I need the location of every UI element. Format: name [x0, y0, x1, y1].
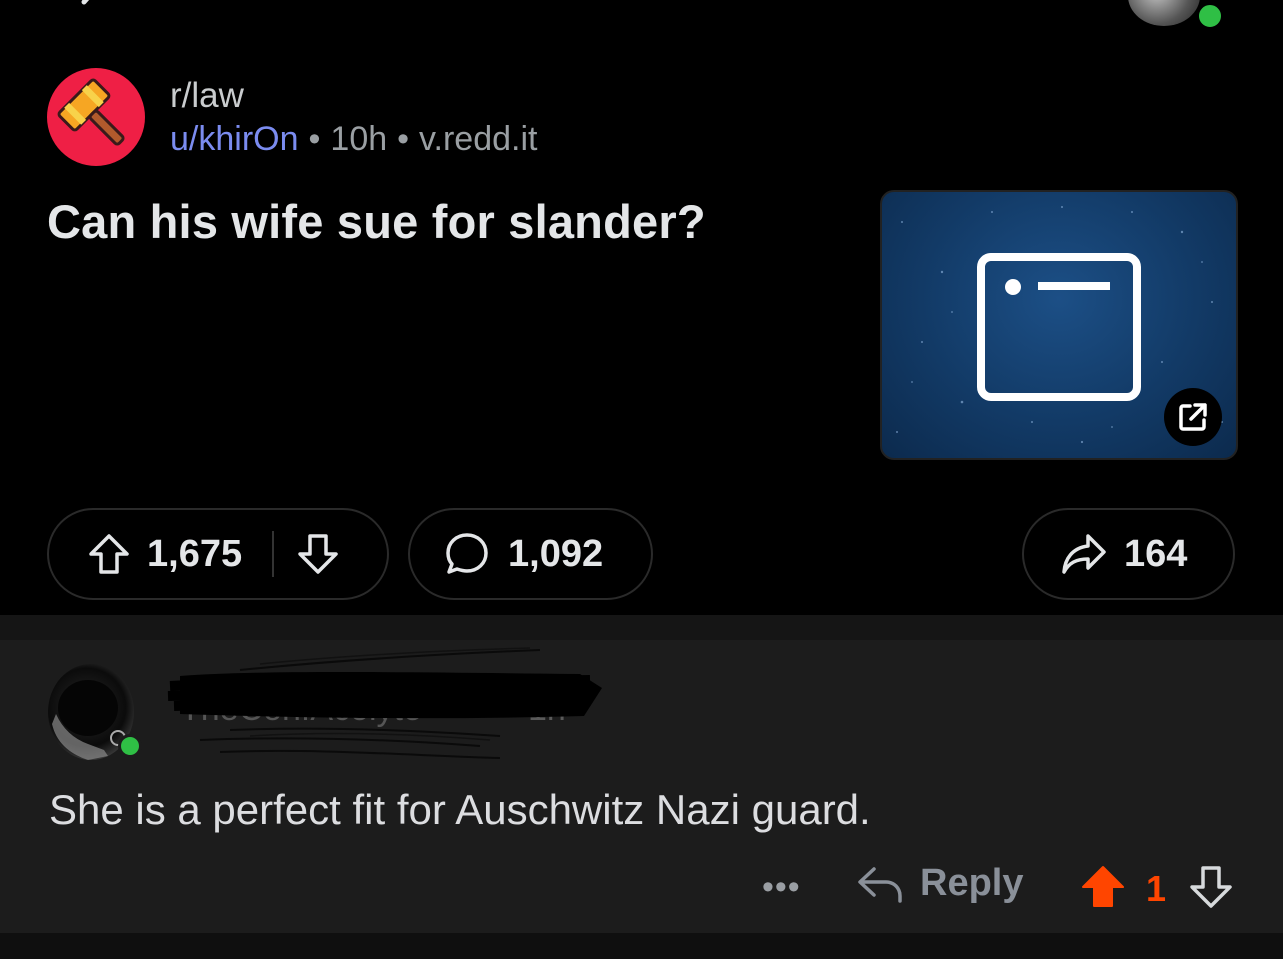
online-status-icon [118, 734, 142, 758]
post-age: 10h [330, 120, 388, 158]
arrow-up-icon[interactable] [1080, 864, 1126, 915]
separator-dot: • [308, 120, 321, 158]
arrow-down-icon[interactable] [1188, 864, 1234, 915]
vote-divider [272, 531, 275, 577]
redaction-scribble [167, 647, 602, 759]
reply-arrow-icon [856, 863, 904, 905]
bottom-edge [0, 933, 1283, 959]
user-avatar[interactable] [1128, 0, 1200, 26]
comments-button[interactable]: 1,092 [408, 508, 653, 600]
comment-actions: ••• Reply 1 [0, 862, 1283, 922]
post-title[interactable]: Can his wife sue for slander? [47, 194, 706, 249]
arrow-up-icon[interactable] [87, 532, 131, 576]
post-card[interactable]: r/law u/khirOn • 10h • v.redd.it Can his wif… [0, 40, 1283, 615]
section-divider [0, 615, 1283, 640]
post-domain[interactable]: v.redd.it [419, 120, 537, 158]
online-status-icon [1196, 2, 1224, 30]
comment-count: 1,092 [508, 532, 604, 575]
reply-button[interactable]: Reply [856, 862, 1023, 905]
subreddit-name[interactable]: r/law [170, 76, 244, 116]
comment-score: 1 [1146, 868, 1167, 909]
share-arrow-icon [1060, 532, 1108, 576]
post-author[interactable]: u/khirOn [170, 120, 299, 158]
comment-card[interactable]: TheConfAcolyte 1h She is a perfect fit f… [0, 640, 1283, 933]
gavel-icon[interactable] [47, 68, 145, 166]
link-thumbnail[interactable] [880, 190, 1238, 460]
top-bar [0, 0, 1283, 40]
vote-bar: 1,675 [47, 508, 389, 600]
comment-body: She is a perfect fit for Auschwitz Nazi … [49, 786, 871, 833]
reply-label: Reply [920, 862, 1024, 904]
speech-bubble-icon [444, 531, 490, 577]
back-chevron-icon[interactable] [72, 0, 112, 21]
upvote-count: 1,675 [147, 532, 243, 575]
browser-window-icon [976, 252, 1142, 407]
more-options-button[interactable]: ••• [762, 868, 801, 907]
share-count: 164 [1124, 532, 1188, 575]
external-link-icon[interactable] [1164, 388, 1222, 446]
post-meta: u/khirOn • 10h • v.redd.it [170, 120, 537, 159]
arrow-down-icon[interactable] [296, 532, 340, 576]
share-button[interactable]: 164 [1022, 508, 1235, 600]
separator-dot: • [397, 120, 410, 158]
